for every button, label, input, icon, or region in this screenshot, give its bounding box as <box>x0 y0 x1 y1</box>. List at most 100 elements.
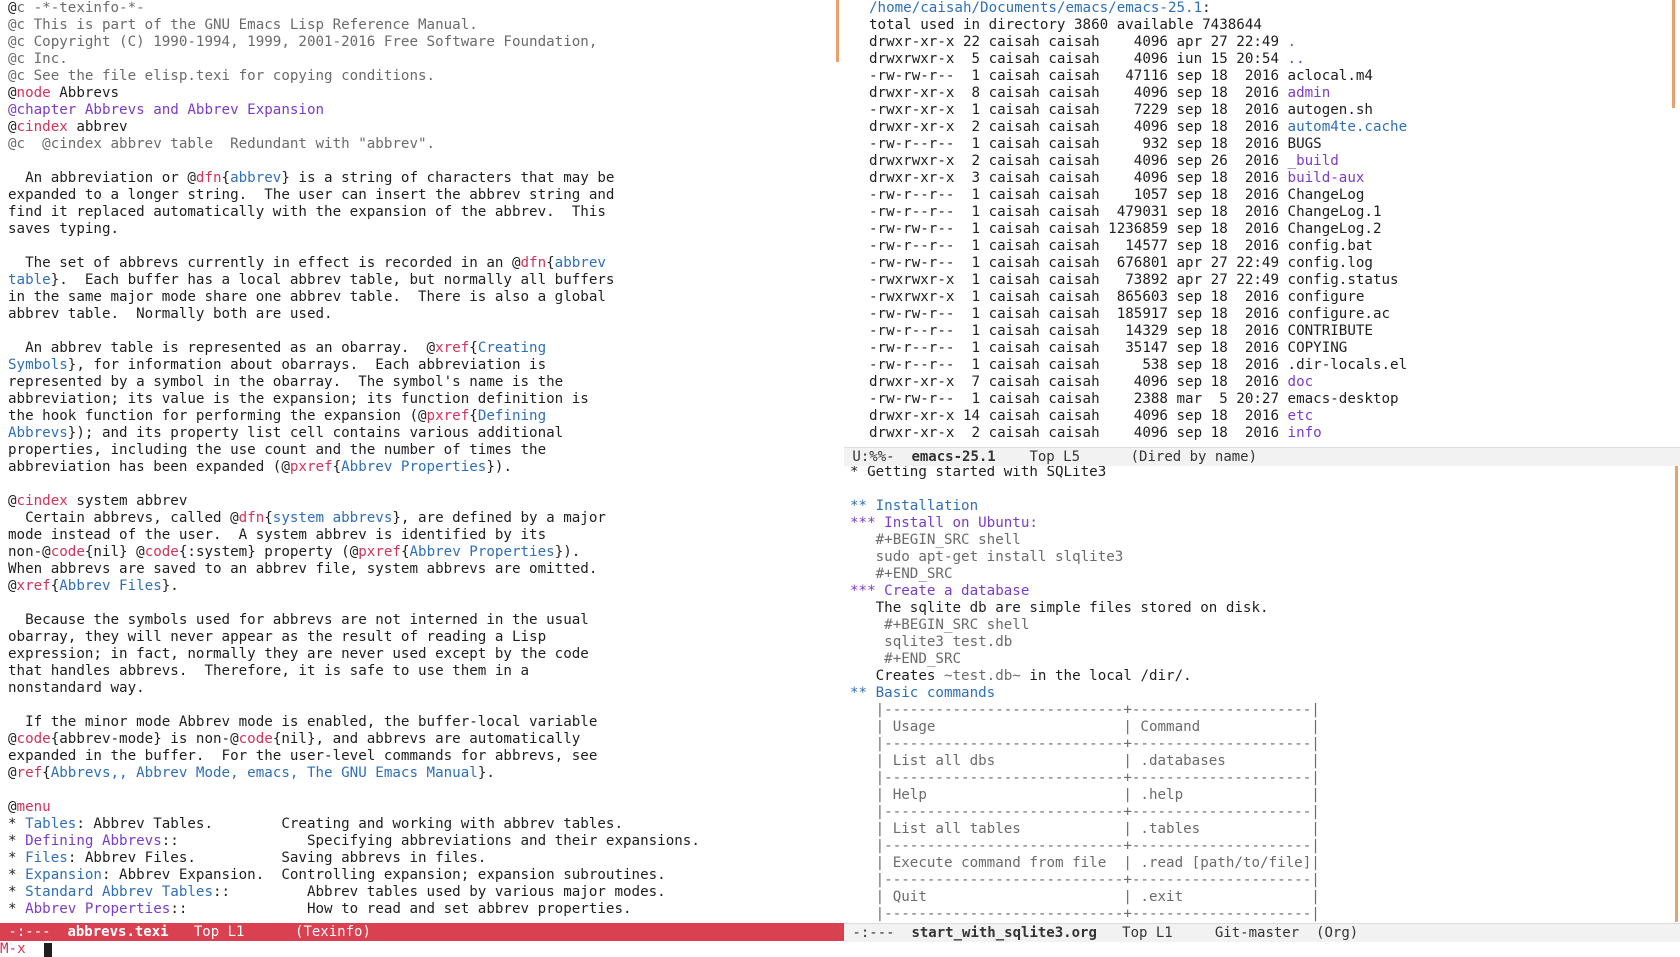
text-line[interactable]: @c -*-texinfo-*- <box>8 0 838 17</box>
text-line[interactable]: -rw-rw-r-- 1 caisah caisah 676801 apr 27… <box>869 255 1676 272</box>
text-line[interactable] <box>850 481 1676 498</box>
text-line[interactable]: -rw-r--r-- 1 caisah caisah 35147 sep 18 … <box>869 340 1676 357</box>
text-line[interactable]: ** Installation <box>850 498 1676 515</box>
text-line[interactable]: #+END_SRC <box>850 651 1676 668</box>
text-line[interactable]: nonstandard way. <box>8 680 838 697</box>
text-line[interactable]: drwxr-xr-x 14 caisah caisah 4096 sep 18 … <box>869 408 1676 425</box>
text-line[interactable]: |----------------------------+----------… <box>850 702 1676 719</box>
text-line[interactable]: find it replaced automatically with the … <box>8 204 838 221</box>
text-line[interactable] <box>8 153 838 170</box>
modeline-dired[interactable]: U:%%- emacs-25.1 Top L5 (Dired by name) <box>844 447 1680 466</box>
modeline-major-mode[interactable]: (Texinfo) <box>244 924 371 940</box>
text-line[interactable]: non-@code{nil} @code{:system} property (… <box>8 544 838 561</box>
text-line[interactable]: expanded in the buffer. For the user-lev… <box>8 748 838 765</box>
text-line[interactable]: -rw-r--r-- 1 caisah caisah 932 sep 18 20… <box>869 136 1676 153</box>
text-line[interactable]: -rw-rw-r-- 1 caisah caisah 2388 mar 5 20… <box>869 391 1676 408</box>
text-line[interactable]: *** Create a database <box>850 583 1676 600</box>
text-line[interactable]: drwxr-xr-x 3 caisah caisah 4096 sep 18 2… <box>869 170 1676 187</box>
text-line[interactable]: expression; in fact, normally they are n… <box>8 646 838 663</box>
text-line[interactable]: |----------------------------+----------… <box>850 872 1676 889</box>
text-line[interactable]: -rw-r--r-- 1 caisah caisah 14577 sep 18 … <box>869 238 1676 255</box>
text-line[interactable]: The set of abbrevs currently in effect i… <box>8 255 838 272</box>
text-line[interactable]: | List all dbs | .databases | <box>850 753 1676 770</box>
text-line[interactable]: mode instead of the user. A system abbre… <box>8 527 838 544</box>
text-line[interactable]: @c See the file elisp.texi for copying c… <box>8 68 838 85</box>
text-line[interactable]: @c Copyright (C) 1990-1994, 1999, 2001-2… <box>8 34 838 51</box>
text-line[interactable]: drwxrwxr-x 5 caisah caisah 4096 iun 15 2… <box>869 51 1676 68</box>
text-line[interactable] <box>8 238 838 255</box>
text-line[interactable]: -rw-r--r-- 1 caisah caisah 479031 sep 18… <box>869 204 1676 221</box>
text-line[interactable]: drwxr-xr-x 8 caisah caisah 4096 sep 18 2… <box>869 85 1676 102</box>
text-line[interactable]: @xref{Abbrev Files}. <box>8 578 838 595</box>
text-line[interactable]: -rwxr-xr-x 1 caisah caisah 7229 sep 18 2… <box>869 102 1676 119</box>
modeline-major-mode[interactable]: (Dired by name) <box>1080 449 1257 465</box>
text-line[interactable] <box>8 782 838 799</box>
org-text-area[interactable]: * Getting started with SQLite3 ** Install… <box>844 464 1676 922</box>
dired-listing[interactable]: /home/caisah/Documents/emacs/emacs-25.1:… <box>844 0 1676 442</box>
text-line[interactable]: @menu <box>8 799 838 816</box>
text-line[interactable]: @chapter Abbrevs and Abbrev Expansion <box>8 102 838 119</box>
text-line[interactable]: that handles abbrevs. Therefore, it is s… <box>8 663 838 680</box>
text-line[interactable]: | Execute command from file | .read [pat… <box>850 855 1676 872</box>
text-line[interactable]: An abbreviation or @dfn{abbrev} is a str… <box>8 170 838 187</box>
text-line[interactable] <box>8 476 838 493</box>
text-line[interactable]: -rw-rw-r-- 1 caisah caisah 1236859 sep 1… <box>869 221 1676 238</box>
text-line[interactable]: | Quit | .exit | <box>850 889 1676 906</box>
text-line[interactable]: abbrev table. Normally both are used. <box>8 306 838 323</box>
text-line[interactable]: Certain abbrevs, called @dfn{system abbr… <box>8 510 838 527</box>
text-line[interactable]: @c Inc. <box>8 51 838 68</box>
text-line[interactable]: abbreviation has been expanded (@pxref{A… <box>8 459 838 476</box>
text-line[interactable]: drwxr-xr-x 2 caisah caisah 4096 sep 18 2… <box>869 425 1676 442</box>
text-line[interactable]: | Usage | Command | <box>850 719 1676 736</box>
modeline-major-mode[interactable]: (Org) <box>1299 925 1358 941</box>
org-buffer-window[interactable]: * Getting started with SQLite3 ** Install… <box>844 464 1676 922</box>
text-line[interactable] <box>8 595 838 612</box>
text-line[interactable]: properties, including the use count and … <box>8 442 838 459</box>
text-line[interactable]: #+BEGIN_SRC shell <box>850 617 1676 634</box>
text-line[interactable]: drwxr-xr-x 7 caisah caisah 4096 sep 18 2… <box>869 374 1676 391</box>
modeline-buffer-name[interactable]: abbrevs.texi <box>67 924 168 940</box>
text-line[interactable]: * Getting started with SQLite3 <box>850 464 1676 481</box>
text-line[interactable]: the hook function for performing the exp… <box>8 408 838 425</box>
text-line[interactable]: drwxrwxr-x 2 caisah caisah 4096 sep 26 2… <box>869 153 1676 170</box>
text-line[interactable]: @cindex system abbrev <box>8 493 838 510</box>
text-line[interactable]: @node Abbrevs <box>8 85 838 102</box>
text-line[interactable] <box>8 697 838 714</box>
text-line[interactable] <box>8 323 838 340</box>
text-line[interactable]: @cindex abbrev <box>8 119 838 136</box>
text-line[interactable]: sudo apt-get install slqlite3 <box>850 549 1676 566</box>
text-line[interactable]: /home/caisah/Documents/emacs/emacs-25.1: <box>869 0 1676 17</box>
texinfo-buffer-window[interactable]: @c -*-texinfo-*- @c This is part of the G… <box>0 0 838 922</box>
text-line[interactable]: represented by a symbol in the obarray. … <box>8 374 838 391</box>
text-line[interactable]: expanded to a longer string. The user ca… <box>8 187 838 204</box>
text-line[interactable]: | Help | .help | <box>850 787 1676 804</box>
text-line[interactable]: * Tables: Abbrev Tables. Creating and wo… <box>8 816 838 833</box>
org-scroll-indicator[interactable] <box>1675 464 1678 922</box>
text-line[interactable]: saves typing. <box>8 221 838 238</box>
text-line[interactable]: table}. Each buffer has a local abbrev t… <box>8 272 838 289</box>
modeline-org[interactable]: -:--- start_with_sqlite3.org Top L1 Git-… <box>844 923 1680 942</box>
text-line[interactable]: | List all tables | .tables | <box>850 821 1676 838</box>
dired-buffer-window[interactable]: /home/caisah/Documents/emacs/emacs-25.1:… <box>844 0 1676 446</box>
text-line[interactable]: -rw-r--r-- 1 caisah caisah 538 sep 18 20… <box>869 357 1676 374</box>
text-line[interactable]: |----------------------------+----------… <box>850 770 1676 787</box>
text-line[interactable]: abbreviation; its value is the expansion… <box>8 391 838 408</box>
text-line[interactable]: * Files: Abbrev Files. Saving abbrevs in… <box>8 850 838 867</box>
text-line[interactable]: -rwxrwxr-x 1 caisah caisah 865603 sep 18… <box>869 289 1676 306</box>
text-line[interactable]: The sqlite db are simple files stored on… <box>850 600 1676 617</box>
text-line[interactable]: in the same major mode share one abbrev … <box>8 289 838 306</box>
text-line[interactable]: Creates ~test.db~ in the local /dir/. <box>850 668 1676 685</box>
text-line[interactable]: |----------------------------+----------… <box>850 906 1676 922</box>
text-line[interactable]: -rwxrwxr-x 1 caisah caisah 73892 apr 27 … <box>869 272 1676 289</box>
text-line[interactable]: * Expansion: Abbrev Expansion. Controlli… <box>8 867 838 884</box>
modeline-vc-branch[interactable]: Git-master <box>1173 925 1299 941</box>
text-line[interactable]: @c @cindex abbrev table Redundant with "… <box>8 136 838 153</box>
text-line[interactable]: |----------------------------+----------… <box>850 804 1676 821</box>
text-line[interactable]: drwxr-xr-x 22 caisah caisah 4096 apr 27 … <box>869 34 1676 51</box>
text-line[interactable]: * Defining Abbrevs:: Specifying abbrevia… <box>8 833 838 850</box>
text-line[interactable]: @code{abbrev-mode} is non-@code{nil}, an… <box>8 731 838 748</box>
modeline-texinfo[interactable]: -:--- abbrevs.texi Top L1 (Texinfo) <box>0 923 844 941</box>
text-line[interactable]: |----------------------------+----------… <box>850 838 1676 855</box>
text-line[interactable]: #+END_SRC <box>850 566 1676 583</box>
text-line[interactable]: Abbrevs}); and its property list cell co… <box>8 425 838 442</box>
